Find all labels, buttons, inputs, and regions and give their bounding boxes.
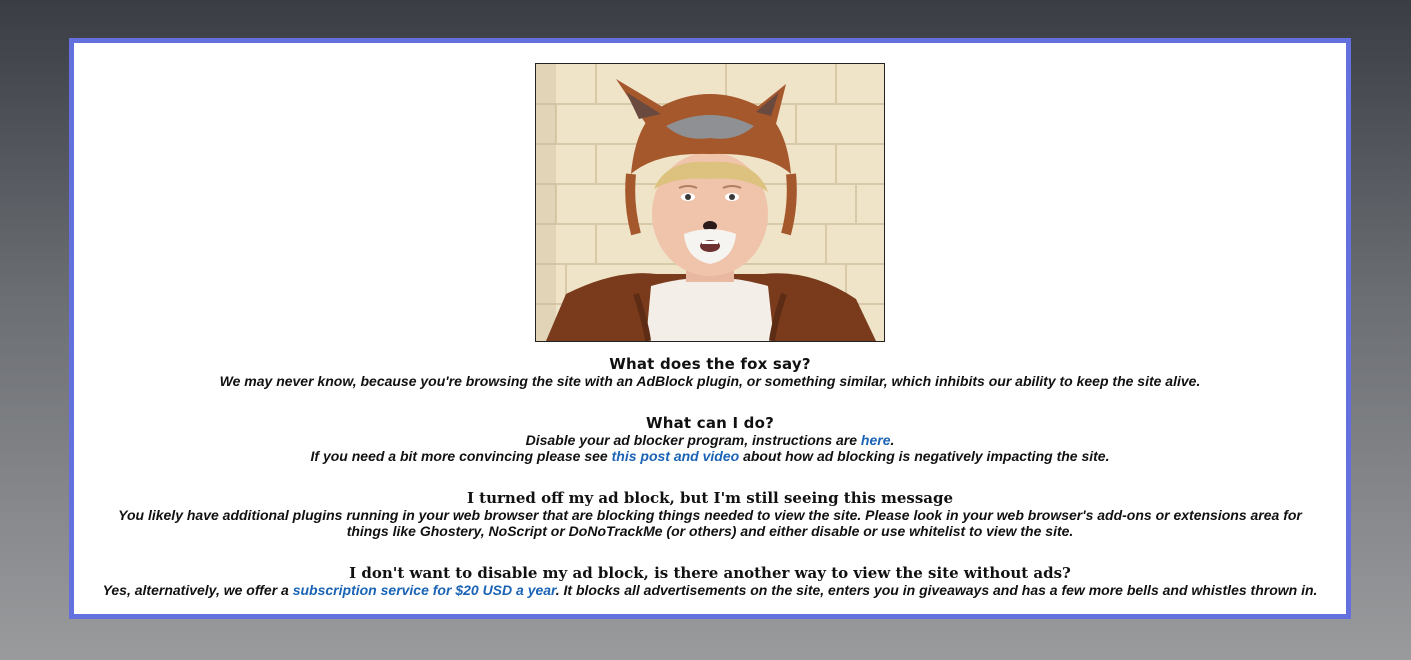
- section-what-can-i-do: What can I do? Disable your ad blocker p…: [74, 414, 1346, 465]
- convincing-text: If you need a bit more convincing please…: [310, 448, 612, 464]
- subscription-intro: Yes, alternatively, we offer a: [102, 582, 293, 598]
- section-fox-question: What does the fox say? We may never know…: [74, 355, 1346, 390]
- fox-photo-illustration: [536, 64, 884, 341]
- heading-still-seeing-message: I turned off my ad block, but I'm still …: [466, 489, 954, 507]
- section-still-seeing-message: I turned off my ad block, but I'm still …: [74, 489, 1346, 540]
- post-and-video-link[interactable]: this post and video: [612, 448, 740, 464]
- disable-instructions-end: .: [890, 432, 895, 448]
- heading-what-does-the-fox-say: What does the fox say?: [609, 355, 811, 373]
- disable-instructions-line: Disable your ad blocker program, instruc…: [74, 432, 1346, 448]
- heading-another-way: I don't want to disable my ad block, is …: [349, 564, 1071, 582]
- disable-instructions-text: Disable your ad blocker program, instruc…: [525, 432, 861, 448]
- heading-what-can-i-do: What can I do?: [645, 414, 774, 432]
- subscription-service-link[interactable]: subscription service for $20 USD a year: [293, 582, 556, 598]
- instructions-here-link[interactable]: here: [861, 432, 891, 448]
- subscription-line: Yes, alternatively, we offer a subscript…: [74, 582, 1346, 598]
- adblock-detected-message: We may never know, because you're browsi…: [219, 373, 1201, 389]
- fox-costume-photo: [535, 63, 885, 342]
- subscription-details: . It blocks all advertisements on the si…: [555, 582, 1318, 598]
- adblock-notice-modal: What does the fox say? We may never know…: [69, 38, 1351, 619]
- additional-plugins-message: You likely have additional plugins runni…: [118, 507, 1302, 539]
- convincing-text-end: about how ad blocking is negatively impa…: [739, 448, 1110, 464]
- section-another-way: I don't want to disable my ad block, is …: [74, 564, 1346, 599]
- convincing-line: If you need a bit more convincing please…: [74, 448, 1346, 464]
